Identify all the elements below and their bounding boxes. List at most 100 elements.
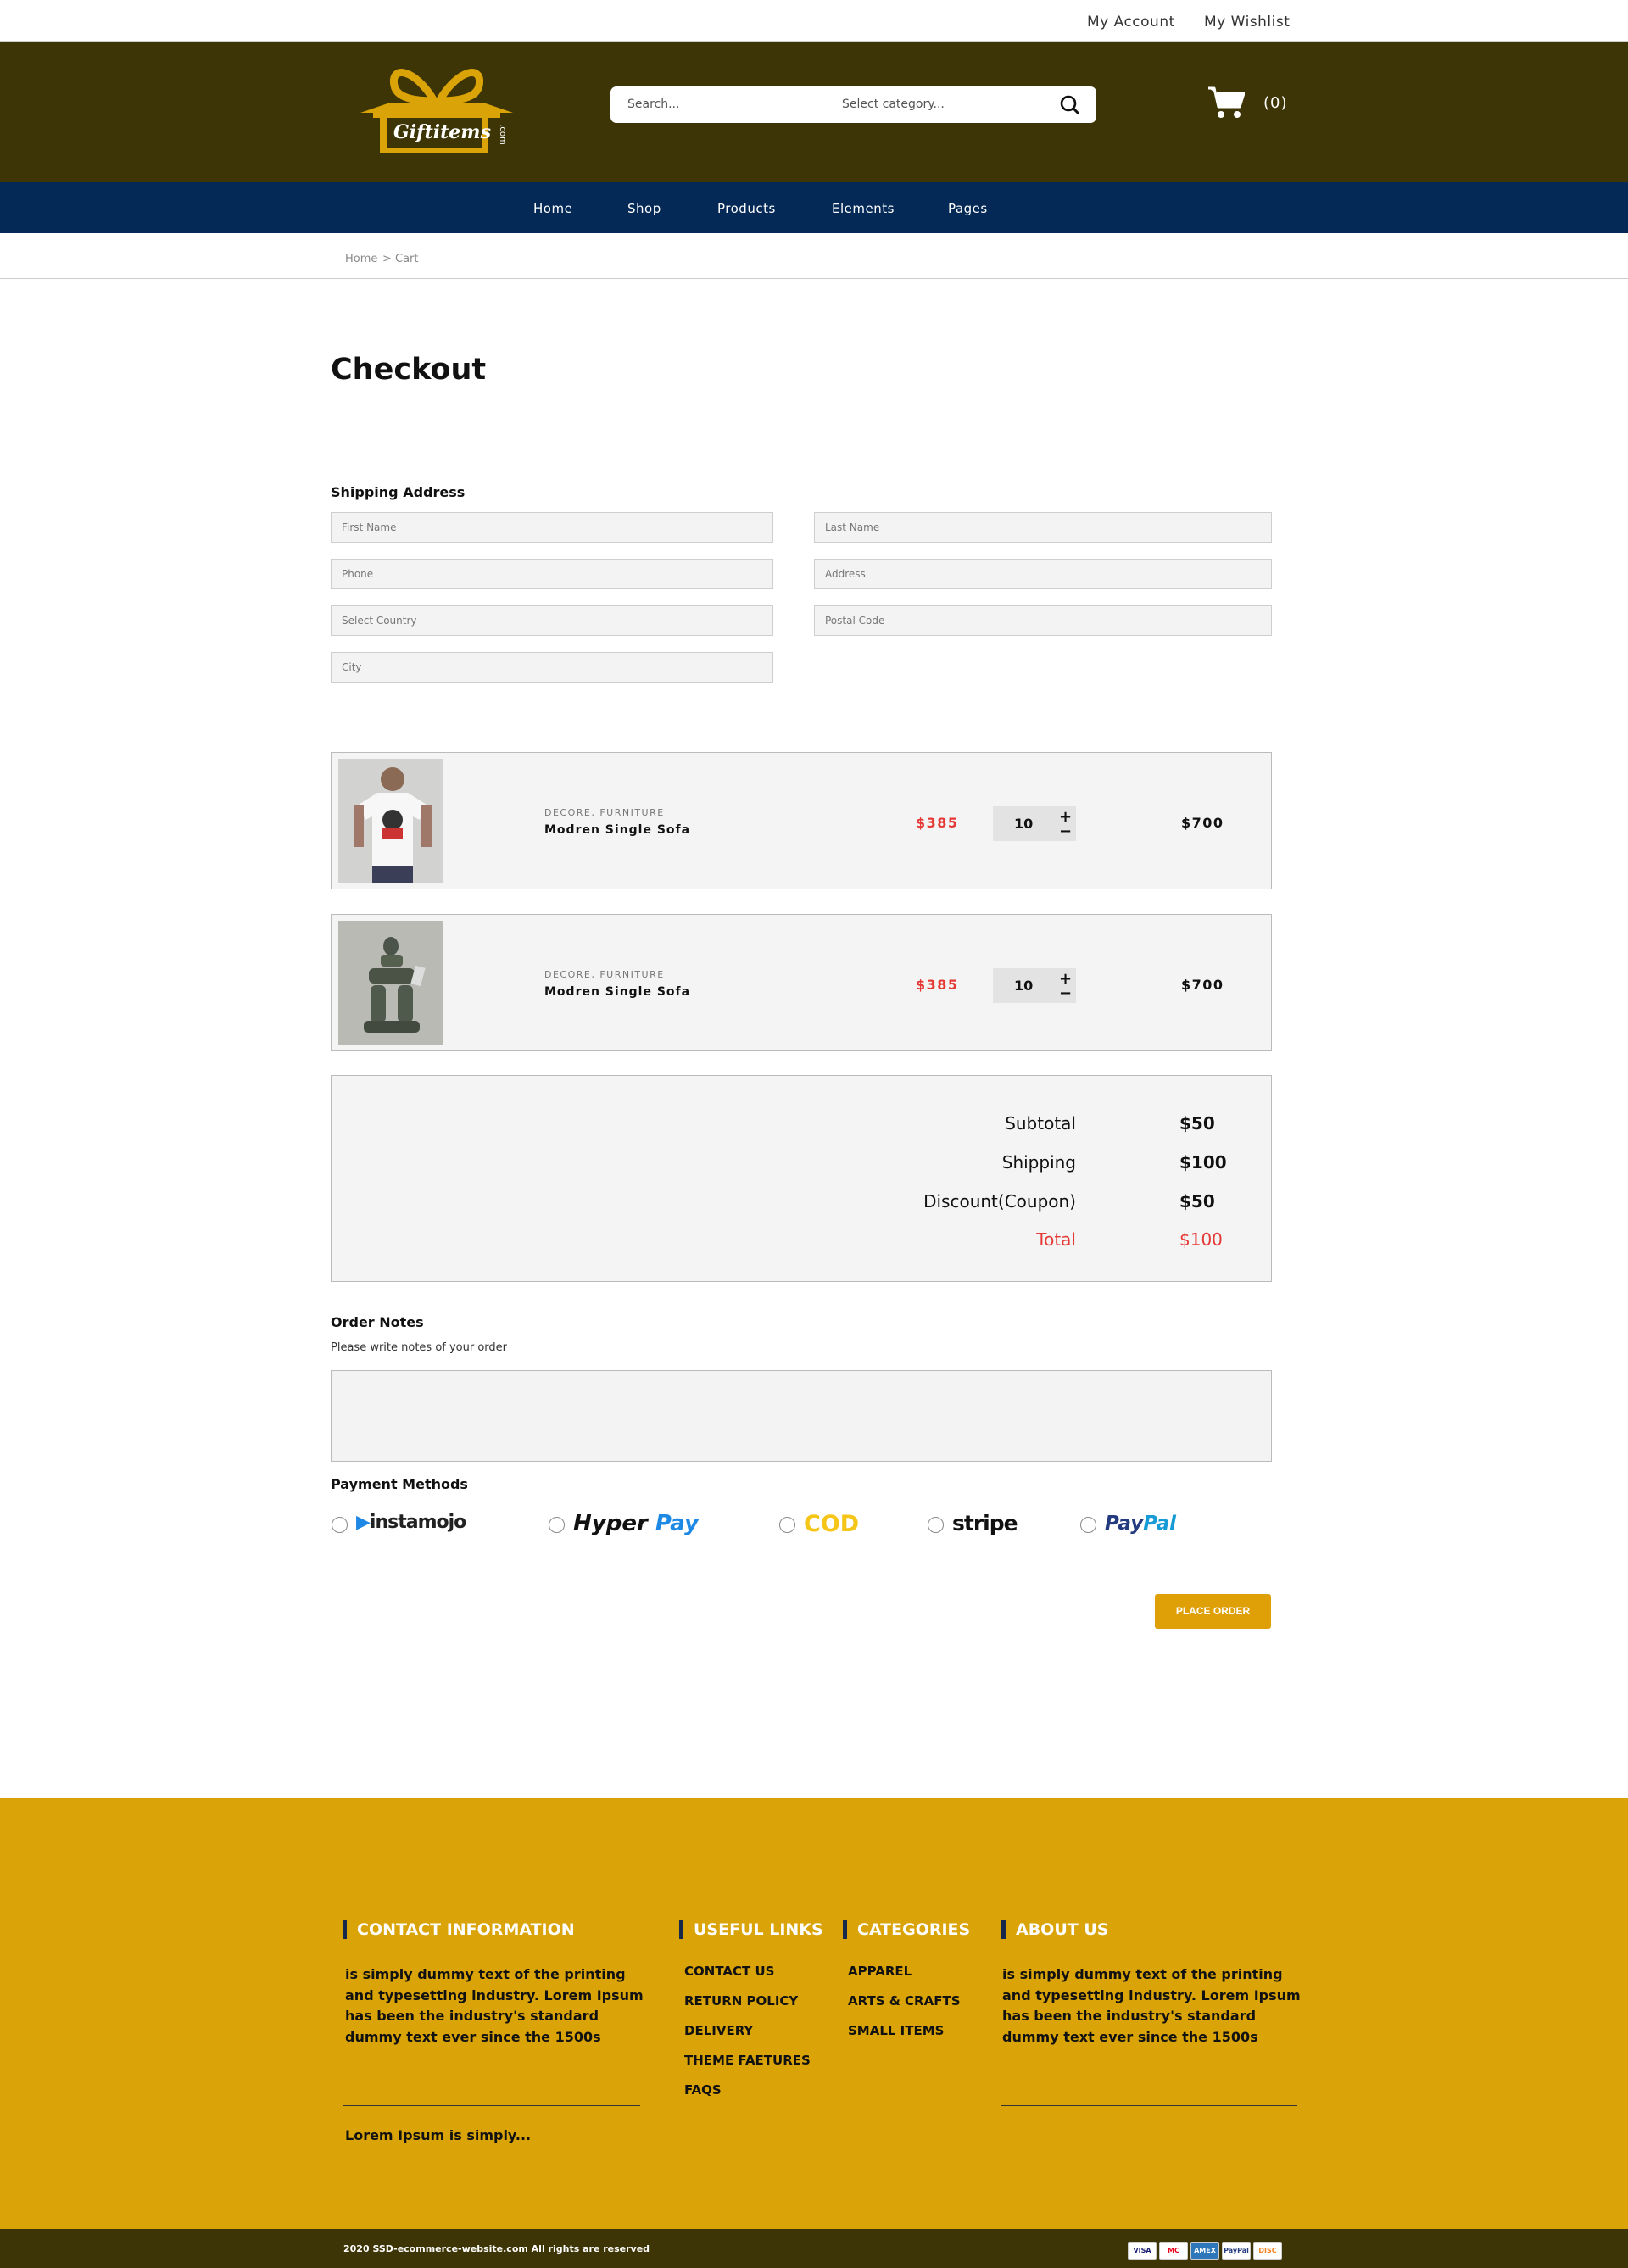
cart-item: DECORE, FURNITURE Modren Single Sofa $38… [331,752,1272,889]
footer-divider [1001,2105,1297,2106]
my-wishlist-link[interactable]: My Wishlist [1204,14,1290,31]
subtotal-value: $50 [1179,1113,1215,1134]
payment-methods-label: Payment Methods [331,1476,468,1492]
line-total: $700 [1181,815,1224,831]
footer-category-apparel[interactable]: APPAREL [848,1964,912,1979]
quantity-value[interactable]: 10 [1014,978,1033,994]
bottom-bar: 2020 SSD-ecommerce-website.com All right… [0,2229,1628,2268]
discount-value: $50 [1179,1191,1215,1212]
visa-card-icon: VISA [1128,2242,1157,2260]
product-image-statue[interactable] [338,921,443,1045]
order-notes-label: Order Notes [331,1314,424,1330]
search-icon[interactable] [1060,95,1080,115]
product-image-tshirt[interactable] [338,759,443,883]
quantity-minus-button[interactable]: − [1059,822,1072,840]
cart-count[interactable]: (0) [1263,94,1288,112]
quantity-stepper: 10 + − [993,806,1076,841]
city-field[interactable]: City [331,652,773,683]
quantity-stepper: 10 + − [993,968,1076,1003]
logo-sub: .com [497,124,507,145]
shipping-label: Shipping [1001,1152,1076,1173]
site-logo[interactable]: Giftitems .com [356,60,517,162]
main-nav: Home Shop Products Elements Pages [0,182,1628,233]
footer-category-arts[interactable]: ARTS & CRAFTS [848,1993,961,2009]
my-account-link[interactable]: My Account [1087,14,1175,31]
divider [0,278,1628,279]
nav-elements[interactable]: Elements [832,201,895,216]
instamojo-logo: ▶instamojo [356,1512,466,1533]
postal-code-field[interactable]: Postal Code [814,605,1272,636]
quantity-value[interactable]: 10 [1014,816,1033,832]
search-input[interactable]: Search... [627,98,679,111]
footer-about-title: ABOUT US [1001,1920,1108,1939]
footer-link-contact[interactable]: CONTACT US [684,1964,774,1979]
order-summary: Subtotal $50 Shipping $100 Discount(Coup… [331,1075,1272,1282]
site-footer: CONTACT INFORMATION is simply dummy text… [0,1798,1628,2229]
line-total: $700 [1181,977,1224,993]
breadcrumb-separator: > [382,253,392,265]
quantity-minus-button[interactable]: − [1059,984,1072,1002]
product-price: $385 [916,977,959,993]
total-value: $100 [1179,1229,1223,1250]
footer-categories-title: CATEGORIES [843,1920,970,1939]
footer-divider [343,2105,640,2106]
product-category: DECORE, FURNITURE [544,807,665,818]
footer-contact-text: is simply dummy text of the printing and… [345,1966,644,2045]
breadcrumb-current: Cart [395,253,419,265]
total-label: Total [1036,1229,1076,1250]
discount-label: Discount(Coupon) [923,1191,1076,1212]
mastercard-icon: MC [1159,2242,1188,2260]
stripe-logo: stripe [952,1511,1018,1535]
payment-radio-stripe[interactable] [928,1517,944,1533]
payment-radio-cod[interactable] [779,1517,795,1533]
copyright-text: 2020 SSD-ecommerce-website.com All right… [343,2243,650,2254]
nav-pages[interactable]: Pages [948,201,988,216]
shipping-value: $100 [1179,1152,1227,1173]
discover-card-icon: DISC [1253,2242,1282,2260]
footer-about-text: is simply dummy text of the printing and… [1002,1966,1301,2045]
payment-radio-instamojo[interactable] [332,1517,348,1533]
nav-home[interactable]: Home [533,201,572,216]
order-notes-textarea[interactable] [331,1370,1272,1462]
footer-links-title: USEFUL LINKS [679,1920,823,1939]
footer-contact-extra: Lorem Ipsum is simply... [345,2127,532,2143]
first-name-field[interactable]: First Name [331,512,773,543]
hyperpay-logo: Hyper Pay [573,1511,699,1536]
cod-logo: COD [804,1511,860,1537]
paypal-card-icon: PayPal [1222,2242,1251,2260]
footer-contact-title: CONTACT INFORMATION [343,1920,575,1939]
nav-products[interactable]: Products [717,201,776,216]
subtotal-label: Subtotal [1005,1113,1076,1134]
shipping-address-label: Shipping Address [331,484,466,500]
footer-link-delivery[interactable]: DELIVERY [684,2023,753,2038]
payment-radio-hyperpay[interactable] [549,1517,565,1533]
footer-link-faqs[interactable]: FAQS [684,2082,722,2098]
payment-radio-paypal[interactable] [1080,1517,1096,1533]
last-name-field[interactable]: Last Name [814,512,1272,543]
cart-item: DECORE, FURNITURE Modren Single Sofa $38… [331,914,1272,1051]
nav-shop[interactable]: Shop [627,201,661,216]
category-select[interactable]: Select category... [842,98,945,111]
footer-link-features[interactable]: THEME FAETURES [684,2053,811,2068]
gift-logo-icon [360,69,513,153]
country-select[interactable]: Select Country [331,605,773,636]
page-title: Checkout [331,353,487,387]
breadcrumb-home[interactable]: Home [345,253,377,265]
address-field[interactable]: Address [814,559,1272,589]
paypal-logo: PayPal [1105,1513,1176,1535]
product-category: DECORE, FURNITURE [544,969,665,980]
phone-field[interactable]: Phone [331,559,773,589]
order-notes-hint: Please write notes of your order [331,1341,508,1354]
logo-text: Giftitems [393,121,491,143]
footer-category-small[interactable]: SMALL ITEMS [848,2023,944,2038]
place-order-button[interactable]: PLACE ORDER [1155,1594,1271,1629]
amex-card-icon: AMEX [1190,2242,1219,2260]
search-bar: Search... Select category... [610,86,1096,123]
product-name[interactable]: Modren Single Sofa [544,985,690,999]
cart-icon[interactable] [1207,86,1245,120]
site-header: Giftitems .com Search... Select category… [0,42,1628,182]
footer-link-return[interactable]: RETURN POLICY [684,1993,798,2009]
top-bar: My Account My Wishlist [0,0,1628,42]
product-name[interactable]: Modren Single Sofa [544,823,690,837]
product-price: $385 [916,815,959,831]
